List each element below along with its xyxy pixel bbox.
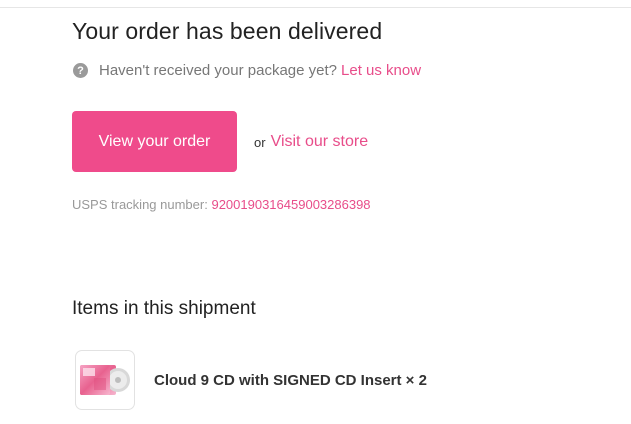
shipment-item: Cloud 9 CD with SIGNED CD Insert × 2 <box>75 350 427 410</box>
cd-product-image <box>80 365 130 395</box>
or-separator: or <box>254 135 266 150</box>
shipment-section-title: Items in this shipment <box>72 298 256 319</box>
visit-store-link[interactable]: Visit our store <box>271 133 369 151</box>
page-title: Your order has been delivered <box>72 18 383 44</box>
tracking-info: USPS tracking number: 920019031645900328… <box>72 197 371 212</box>
product-thumbnail <box>75 350 135 410</box>
order-delivered-page: Your order has been delivered ? Haven't … <box>0 0 631 424</box>
tracking-label: USPS tracking number: <box>72 197 208 212</box>
view-order-button[interactable]: View your order <box>72 111 237 172</box>
tracking-number-link[interactable]: 9200190316459003286398 <box>211 197 370 212</box>
help-row: ? Haven't received your package yet? Let… <box>73 62 421 79</box>
question-circle-icon: ? <box>73 63 88 78</box>
top-divider <box>0 7 631 8</box>
help-text: Haven't received your package yet? <box>99 62 338 79</box>
actions-row: View your order or Visit our store <box>72 111 368 172</box>
let-us-know-link[interactable]: Let us know <box>341 62 421 79</box>
item-name[interactable]: Cloud 9 CD with SIGNED CD Insert × 2 <box>154 372 427 389</box>
